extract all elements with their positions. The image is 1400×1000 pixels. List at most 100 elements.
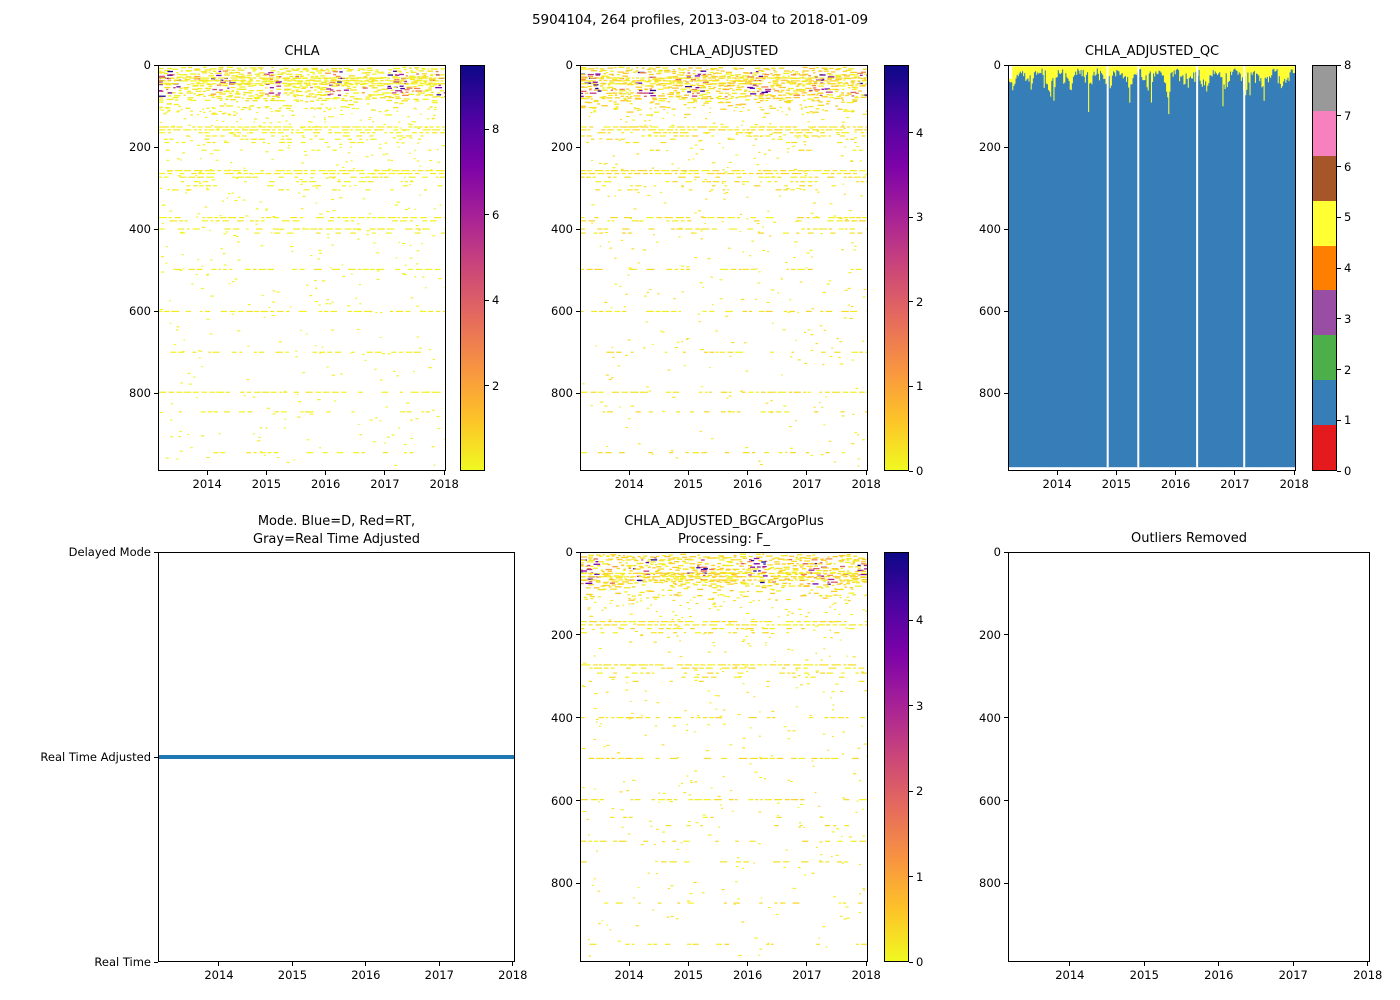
- x-tick-mark: [1069, 962, 1071, 966]
- y-tick-mark: [1004, 800, 1008, 801]
- qc-colorbar-segment: [1313, 335, 1336, 381]
- y-tick-mark: [576, 64, 580, 66]
- colorbar-tick-mark: [909, 790, 913, 792]
- y-tick-mark: [576, 800, 580, 801]
- plot-title-chla-adjusted: CHLA_ADJUSTED: [669, 44, 779, 59]
- plot-title-outliers-removed: Outliers Removed: [1130, 531, 1248, 546]
- colorbar-tick-mark: [1337, 216, 1341, 218]
- mode-y-tick-mark: [154, 551, 158, 553]
- x-tick-mark: [1234, 471, 1236, 475]
- x-tick-mark: [1056, 471, 1058, 475]
- x-tick-label: 2018: [1279, 477, 1309, 491]
- x-tick-label: 2017: [1278, 968, 1308, 982]
- colorbar-tick-mark: [1337, 267, 1341, 269]
- x-tick-mark: [1293, 471, 1295, 475]
- mode-y-tick-label: Real Time: [94, 955, 151, 969]
- colorbar-tick-label: 5: [1344, 210, 1352, 225]
- y-tick-label: 200: [129, 140, 151, 154]
- y-tick-label: 800: [551, 876, 573, 891]
- y-tick-label: 200: [979, 627, 1001, 642]
- colorbar-tick-mark: [909, 705, 913, 707]
- y-tick-mark: [576, 634, 580, 636]
- x-tick-label: 2015: [673, 477, 704, 491]
- qc-colorbar-segment: [1313, 155, 1336, 201]
- x-tick-mark: [806, 962, 808, 966]
- qc-colorbar-segment: [1313, 200, 1336, 246]
- y-tick-mark: [1004, 392, 1008, 394]
- x-tick-mark: [384, 471, 386, 475]
- y-tick-label: 0: [143, 58, 151, 72]
- y-tick-label: 600: [979, 304, 1001, 319]
- y-tick-label: 800: [979, 876, 1001, 891]
- y-tick-mark: [576, 392, 580, 394]
- colorbar-tick-mark: [1337, 419, 1341, 421]
- y-tick-label: 0: [565, 58, 573, 72]
- x-tick-mark: [218, 962, 220, 966]
- x-tick-label: 2016: [1161, 477, 1191, 491]
- colorbar-tick-label: 0: [916, 464, 924, 478]
- y-tick-label: 0: [993, 545, 1001, 559]
- mode-y-tick-mark: [154, 756, 158, 758]
- y-tick-label: 400: [551, 710, 573, 725]
- x-tick-mark: [512, 962, 514, 966]
- colorbar-tick-mark: [485, 128, 489, 130]
- x-tick-label: 2016: [733, 477, 763, 491]
- x-tick-label: 2018: [851, 968, 881, 982]
- colorbar-tick-mark: [485, 299, 489, 301]
- x-tick-mark: [1367, 962, 1369, 966]
- x-tick-mark: [1143, 962, 1145, 966]
- x-tick-mark: [865, 471, 867, 475]
- colorbar-tick-label: 8: [1344, 58, 1352, 72]
- x-tick-mark: [291, 962, 293, 966]
- colorbar-tick-mark: [1337, 318, 1341, 320]
- colorbar-tick-label: 4: [916, 613, 924, 628]
- qc-colorbar-segment: [1313, 245, 1336, 291]
- y-tick-mark: [154, 64, 158, 66]
- colorbar-tick-label: 3: [1344, 311, 1352, 326]
- x-tick-label: 2014: [614, 968, 644, 982]
- colorbar-bgcargoplus: [884, 552, 909, 962]
- x-tick-label: 2015: [277, 968, 308, 982]
- colorbar-tick-label: 2: [1344, 362, 1352, 377]
- qc-colorbar-segment: [1313, 380, 1336, 426]
- x-tick-mark: [1115, 471, 1117, 475]
- mode-y-tick-label: Delayed Mode: [68, 545, 151, 559]
- x-tick-label: 2018: [1353, 968, 1383, 982]
- y-tick-label: 800: [551, 386, 573, 401]
- y-tick-mark: [576, 882, 580, 884]
- qc-colorbar-segment: [1313, 425, 1336, 470]
- y-tick-label: 600: [551, 304, 573, 319]
- colorbar-tick-mark: [909, 619, 913, 621]
- x-tick-mark: [806, 471, 808, 475]
- colorbar-tick-mark: [909, 301, 913, 303]
- colorbar-tick-label: 1: [1344, 413, 1352, 428]
- y-tick-label: 800: [129, 386, 151, 401]
- colorbar-tick-mark: [909, 961, 913, 963]
- y-tick-label: 200: [979, 140, 1001, 154]
- colorbar-qc: [1312, 65, 1337, 471]
- x-tick-label: 2016: [351, 968, 381, 982]
- y-tick-mark: [576, 228, 580, 230]
- matplotlib-figure: 5904104, 264 profiles, 2013-03-04 to 201…: [0, 0, 1400, 1000]
- mode-y-tick-label: Real Time Adjusted: [40, 750, 151, 764]
- chla-heatmap-canvas: [159, 66, 445, 470]
- colorbar-tick-label: 0: [916, 955, 924, 969]
- x-tick-mark: [628, 471, 630, 475]
- qc-colorbar-segment: [1313, 290, 1336, 336]
- y-tick-label: 200: [551, 140, 573, 154]
- qc-stacked-bars-canvas: [1009, 66, 1295, 470]
- colorbar-tick-mark: [1337, 166, 1341, 167]
- mode-line-real-time-adjusted: [159, 755, 514, 759]
- colorbar-chla: [460, 65, 485, 471]
- chla-adjusted-heatmap-canvas: [581, 66, 867, 470]
- colorbar-tick-mark: [1337, 470, 1341, 472]
- colorbar-tick-mark: [909, 470, 913, 472]
- y-tick-mark: [1004, 717, 1008, 719]
- colorbar-tick-label: 6: [1344, 159, 1352, 174]
- x-tick-label: 2017: [792, 968, 822, 982]
- y-tick-label: 0: [565, 545, 573, 559]
- y-tick-mark: [1004, 146, 1008, 148]
- x-tick-label: 2015: [673, 968, 704, 982]
- x-tick-label: 2017: [424, 968, 454, 982]
- plot-area-chla-adjusted-qc: [1008, 65, 1296, 471]
